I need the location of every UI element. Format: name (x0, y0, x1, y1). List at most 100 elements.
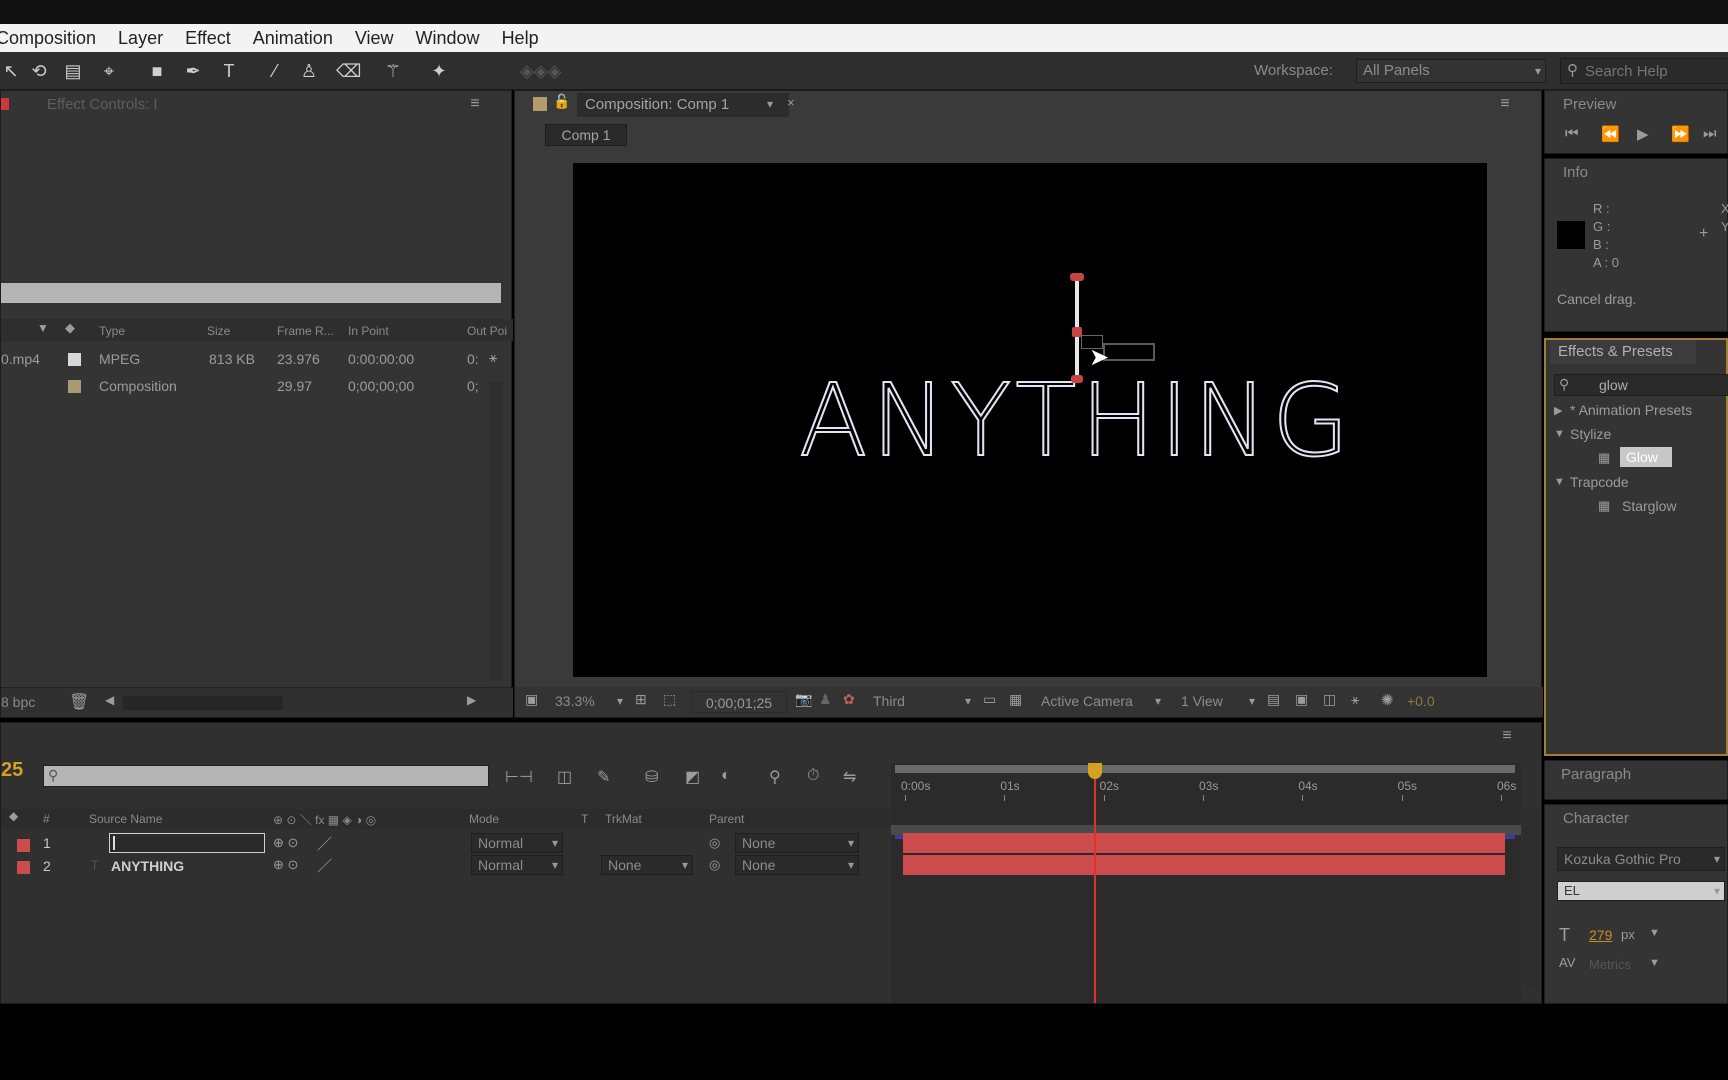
tab-effects-presets[interactable]: Effects & Presets (1558, 340, 1673, 364)
sort-arrow-icon[interactable]: ▼ (37, 321, 49, 335)
layer-mode-dropdown[interactable]: Normal (471, 855, 563, 875)
quality-switch-icon[interactable]: ／ (317, 855, 332, 876)
layer-2-duration-bar[interactable] (903, 855, 1505, 875)
roto-brush-tool-icon[interactable]: ⚚ (382, 60, 404, 82)
menu-composition[interactable]: Composition (0, 28, 96, 49)
always-preview-icon[interactable]: ▣ (525, 691, 538, 708)
selection-tool-icon[interactable]: ↖ (0, 60, 22, 82)
menu-window[interactable]: Window (416, 28, 480, 49)
next-frame-icon[interactable]: ⏩ (1671, 125, 1690, 143)
layer-trkmat-dropdown[interactable]: None (601, 855, 693, 875)
type-tool-icon[interactable]: T (218, 60, 240, 82)
previous-frame-icon[interactable]: ⏪ (1601, 125, 1620, 143)
layer-name[interactable]: ANYTHING (111, 858, 184, 874)
anchor-handle[interactable] (1071, 375, 1083, 383)
fast-previews-icon[interactable]: ▣ (1295, 691, 1308, 708)
work-area-bar[interactable] (895, 765, 1515, 773)
tab-preview[interactable]: Preview (1563, 93, 1616, 117)
tab-info[interactable]: Info (1563, 161, 1588, 185)
pan-behind-tool-icon[interactable]: ⌖ (98, 60, 120, 82)
shy-layers-icon[interactable]: ✎ (597, 767, 610, 787)
comp-dropdown-icon[interactable]: ▾ (767, 97, 773, 111)
font-style-dropdown[interactable]: EL (1557, 881, 1725, 901)
col-in-point[interactable]: In Point (348, 324, 389, 338)
tab-composition[interactable]: Composition: Comp 1 (585, 93, 729, 117)
comp-viewer[interactable]: ANYTHING ➤ (573, 163, 1487, 677)
motion-blur-icon[interactable]: ◩ (685, 767, 700, 787)
tab-character[interactable]: Character (1563, 807, 1629, 831)
graph-icon[interactable]: ⇋ (843, 767, 856, 787)
first-frame-icon[interactable]: ⏮ (1565, 125, 1579, 142)
play-icon[interactable]: ▶ (1637, 125, 1649, 143)
effects-search-input[interactable]: glow (1599, 377, 1628, 393)
col-source-name[interactable]: Source Name (89, 812, 162, 826)
trash-icon[interactable]: 🗑 (69, 692, 89, 712)
dropdown-arrow-icon[interactable]: ▼ (1649, 957, 1660, 969)
search-help-input[interactable] (1585, 61, 1725, 81)
last-frame-icon[interactable]: ⏭ (1703, 125, 1717, 142)
scroll-right-icon[interactable]: ▶ (467, 693, 476, 707)
camera-dropdown[interactable]: Active Camera (1035, 691, 1165, 713)
pen-tool-icon[interactable]: ✒ (182, 60, 204, 82)
layer-name-edit-field[interactable] (109, 833, 265, 853)
exposure-value[interactable]: +0.0 (1407, 693, 1435, 709)
col-mode[interactable]: Mode (469, 812, 499, 826)
clone-stamp-tool-icon[interactable]: ♙ (298, 60, 320, 82)
playhead-handle[interactable] (1087, 763, 1102, 779)
col-type[interactable]: Type (99, 324, 125, 338)
menu-layer[interactable]: Layer (118, 28, 163, 49)
project-scrollbar[interactable] (489, 381, 503, 681)
current-time-display[interactable]: 0;00;01;25 (691, 691, 787, 713)
horizontal-scrollbar[interactable] (123, 696, 283, 710)
brainstorm-icon[interactable]: ⚲ (769, 767, 781, 787)
parent-pickwhip-icon[interactable]: ◎ (709, 835, 720, 851)
menu-help[interactable]: Help (502, 28, 539, 49)
tab-effect-controls[interactable]: Effect Controls: I (47, 93, 158, 117)
tree-stylize[interactable]: Stylize (1570, 426, 1611, 442)
layer-parent-dropdown[interactable]: None (735, 833, 859, 853)
col-out-point[interactable]: Out Poi (467, 324, 507, 338)
col-t[interactable]: T (581, 812, 588, 826)
tree-glow[interactable]: Glow (1626, 449, 1658, 465)
effects-search-field[interactable]: ⚲ glow (1554, 374, 1728, 396)
col-size[interactable]: Size (207, 324, 230, 338)
layer-label-swatch[interactable] (17, 861, 30, 874)
menu-effect[interactable]: Effect (185, 28, 231, 49)
timeline-current-time[interactable]: 25 (1, 759, 23, 782)
anything-text-layer[interactable]: ANYTHING (798, 370, 1353, 472)
rotation-tool-icon[interactable]: ⟲ (28, 60, 50, 82)
bit-depth-button[interactable]: 8 bpc (1, 694, 35, 710)
comp-mini-flowchart-icon[interactable]: ⊢⊣ (505, 767, 533, 787)
flowchart-icon[interactable]: ⚹ (1351, 691, 1359, 708)
label-tag-icon[interactable]: ◆ (9, 809, 18, 823)
panel-menu-icon[interactable]: ≡ (1495, 727, 1519, 745)
toggle-pixel-aspect-icon[interactable]: ▤ (1267, 691, 1280, 708)
timeline-search-field[interactable]: ⚲ (43, 765, 489, 787)
channel-icon[interactable]: ✿ (843, 691, 855, 708)
project-search-bar[interactable] (1, 283, 501, 303)
panel-menu-icon[interactable]: ≡ (1493, 95, 1517, 113)
lock-icon[interactable]: 🔓 (553, 93, 570, 110)
expanded-arrow-icon[interactable]: ▼ (1554, 476, 1565, 488)
brush-tool-icon[interactable]: ⁄ (264, 60, 286, 82)
layer-parent-dropdown[interactable]: None (735, 855, 859, 875)
layer-label-swatch[interactable] (17, 839, 30, 852)
collapse-transform-icon[interactable]: ⊕ ⊙ (273, 857, 298, 873)
font-family-dropdown[interactable]: Kozuka Gothic Pro (1557, 847, 1725, 871)
graph-editor-icon[interactable]: ◐ (721, 767, 731, 785)
camera-tool-icon[interactable]: ▤ (62, 60, 84, 82)
exposure-reset-icon[interactable]: ✺ (1381, 691, 1394, 709)
panel-menu-icon[interactable]: ≡ (463, 95, 487, 113)
quality-switch-icon[interactable]: ／ (317, 833, 332, 854)
tree-starglow[interactable]: Starglow (1622, 498, 1676, 514)
flowchart-icon[interactable]: ⚹ (489, 349, 497, 366)
mask-visibility-icon[interactable]: ⬚ (663, 691, 676, 708)
tree-trapcode[interactable]: Trapcode (1570, 474, 1629, 490)
grid-guides-icon[interactable]: ⊞ (635, 691, 647, 708)
draft-3d-icon[interactable]: ◫ (557, 767, 572, 787)
dropdown-arrow-icon[interactable]: ▼ (1649, 927, 1660, 939)
playhead[interactable] (1093, 765, 1096, 1003)
workspace-dropdown[interactable]: All Panels (1356, 59, 1546, 83)
rectangle-tool-icon[interactable]: ■ (146, 60, 168, 82)
snapshot-icon[interactable]: 📷 (795, 691, 812, 708)
